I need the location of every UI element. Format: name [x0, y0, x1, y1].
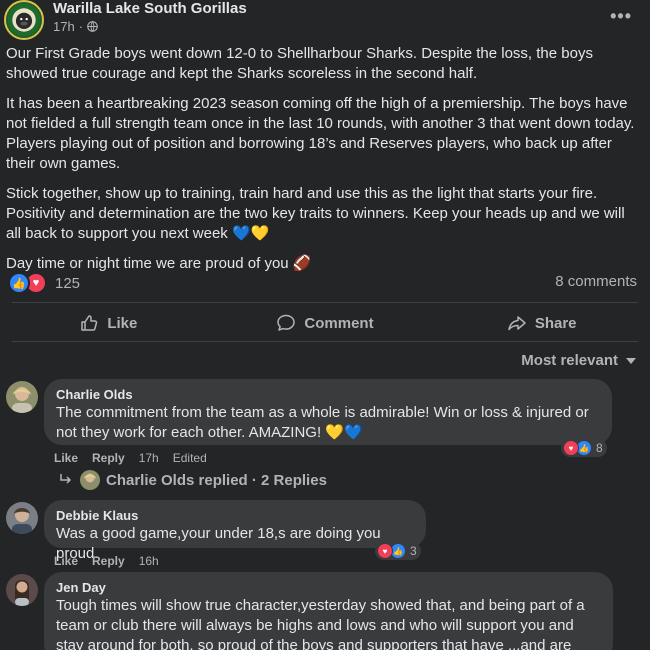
chevron-down-icon [626, 357, 636, 364]
comment-button[interactable]: Comment [217, 307, 434, 339]
comment-actions: Like Reply 17h Edited [54, 451, 207, 465]
avatar[interactable] [6, 574, 38, 606]
avatar-photo-icon [80, 470, 100, 490]
view-replies-link[interactable]: Charlie Olds replied · 2 Replies [58, 470, 327, 490]
comment-like-button[interactable]: Like [54, 554, 78, 568]
edited-label: Edited [172, 451, 207, 465]
comment-actions: Like Reply 16h [54, 554, 159, 568]
replies-summary: Charlie Olds replied · 2 Replies [106, 471, 327, 489]
avatar[interactable] [6, 502, 38, 534]
post-reactions[interactable]: 👍 ♥ 125 [8, 272, 80, 294]
globe-icon [87, 21, 98, 32]
sort-label: Most relevant [521, 352, 618, 369]
comment-reaction-count: 8 [596, 441, 603, 455]
avatar-photo-icon [6, 381, 38, 413]
commenter-name[interactable]: Debbie Klaus [56, 508, 414, 524]
comment-reply-button[interactable]: Reply [92, 554, 125, 568]
reaction-count: 125 [55, 274, 81, 292]
comment-reactions[interactable]: ♥ 👍 3 [375, 542, 421, 560]
commenter-name[interactable]: Jen Day [56, 580, 601, 596]
like-reaction-icon: 👍 [8, 272, 30, 294]
avatar-photo-icon [6, 574, 38, 606]
comment-label: Comment [304, 314, 374, 332]
post-time[interactable]: 17h [53, 19, 75, 34]
thumbs-up-icon [81, 315, 98, 331]
post-paragraph-2: It has been a heartbreaking 2023 season … [6, 95, 635, 172]
avatar-photo-icon [6, 502, 38, 534]
avatar [80, 470, 100, 490]
gorilla-logo-icon [7, 3, 41, 37]
post-paragraph-3: Stick together, show up to training, tra… [6, 185, 625, 242]
comment-time[interactable]: 16h [139, 554, 159, 568]
post-meta: 17h · [53, 19, 98, 34]
comment-sort-dropdown[interactable]: Most relevant [521, 352, 636, 369]
share-icon [508, 316, 526, 331]
divider [12, 341, 638, 342]
comment-reply-button[interactable]: Reply [92, 451, 125, 465]
comment-text: The commitment from the team as a whole … [56, 404, 589, 441]
post-paragraph-1: Our First Grade boys went down 12-0 to S… [6, 45, 593, 82]
comment-reaction-count: 3 [410, 544, 417, 558]
like-label: Like [107, 314, 138, 332]
post-card: Warilla Lake South Gorillas 17h · ••• Ou… [0, 0, 650, 650]
post-header: Warilla Lake South Gorillas 17h · ••• [0, 0, 650, 40]
page-avatar[interactable] [4, 0, 44, 40]
comment-bubble: Charlie Olds The commitment from the tea… [44, 379, 612, 445]
share-button[interactable]: Share [433, 307, 650, 339]
love-reaction-icon: ♥ [563, 440, 579, 456]
comment-bubble: Debbie Klaus Was a good game,your under … [44, 500, 426, 562]
comments-count[interactable]: 8 comments [555, 273, 637, 290]
post-text: Our First Grade boys went down 12-0 to S… [6, 44, 641, 284]
like-button[interactable]: Like [0, 307, 217, 339]
comment-text: Tough times will show true character,yes… [56, 597, 585, 650]
comment-reactions[interactable]: ♥ 👍 8 [561, 439, 607, 457]
post-actions: Like Comment Share [0, 307, 650, 339]
avatar[interactable] [6, 381, 38, 413]
divider [12, 302, 638, 303]
comment-icon [277, 314, 296, 331]
comment-bubble: Jen Day Tough times will show true chara… [44, 572, 613, 650]
post-paragraph-4: Day time or night time we are proud of y… [6, 255, 312, 272]
comment-like-button[interactable]: Like [54, 451, 78, 465]
share-label: Share [534, 314, 577, 332]
page-name[interactable]: Warilla Lake South Gorillas [53, 0, 247, 17]
love-reaction-icon: ♥ [377, 543, 393, 559]
comment-time[interactable]: 17h [139, 451, 159, 465]
reply-arrow-icon [60, 474, 72, 484]
more-options-icon[interactable]: ••• [610, 6, 632, 27]
commenter-name[interactable]: Charlie Olds [56, 387, 600, 403]
